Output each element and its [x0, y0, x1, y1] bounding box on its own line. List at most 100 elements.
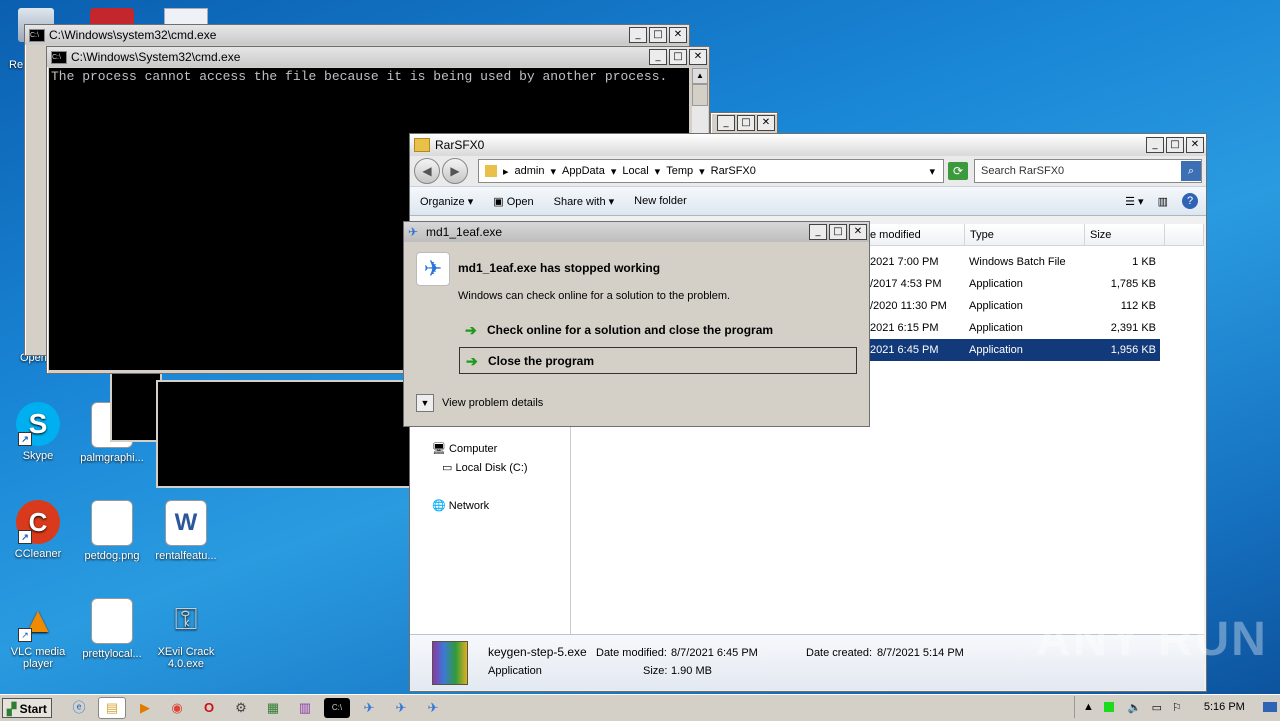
app-bird-icon[interactable]: ✈	[388, 698, 414, 718]
winrar-icon[interactable]: ▥	[292, 698, 318, 718]
details-date-modified-label: Date modified:	[596, 647, 667, 659]
minimize-button[interactable]: _	[809, 224, 827, 240]
scroll-up-arrow[interactable]: ▲	[692, 68, 708, 84]
opera-icon[interactable]: O	[196, 698, 222, 718]
network-tray-icon[interactable]: ▭	[1152, 701, 1162, 714]
maximize-button[interactable]: □	[829, 224, 847, 240]
new-folder-button[interactable]: New folder	[634, 195, 687, 207]
close-button[interactable]: ✕	[689, 49, 707, 65]
computer-icon: 🖥	[432, 443, 446, 455]
address-dropdown-icon[interactable]: ▾	[929, 165, 935, 178]
file-row-selected[interactable]: 2021 6:45 PM Application 1,956 KB	[870, 339, 1160, 361]
back-button[interactable]: ◀	[414, 158, 440, 184]
show-desktop-icon[interactable]	[1262, 702, 1277, 712]
speaker-icon[interactable]: 🔈	[1128, 701, 1142, 714]
start-button[interactable]: ▞ Start	[2, 698, 52, 718]
maximize-button[interactable]: □	[669, 49, 687, 65]
nav-item-local-disk[interactable]: ▭ Local Disk (C:)	[442, 461, 528, 474]
breadcrumb-temp[interactable]: Temp	[666, 165, 693, 177]
vlc-cone-icon: ▲ ↗	[16, 598, 60, 642]
file-row[interactable]: /2017 4:53 PM Application 1,785 KB	[870, 273, 1160, 295]
desktop-icon-label: palmgraphi...	[80, 452, 144, 464]
address-bar[interactable]: ▸ admin ▾ AppData ▾ Local ▾ Temp ▾ RarSFX0 ▾	[478, 159, 944, 183]
help-icon[interactable]: ?	[1182, 193, 1198, 209]
share-with-button[interactable]: Share with ▾	[554, 195, 615, 208]
desktop-icon-label: CCleaner	[14, 548, 62, 560]
cmd-taskbar-icon[interactable]: C:\	[324, 698, 350, 718]
show-hidden-icons[interactable]: ▲	[1083, 701, 1094, 713]
column-size[interactable]: Size	[1085, 224, 1165, 246]
dialog-titlebar[interactable]: ✈ md1_1eaf.exe _ □ ✕	[404, 222, 869, 242]
breadcrumb-local[interactable]: Local	[622, 165, 648, 177]
desktop-icon-ccleaner[interactable]: C ↗ CCleaner	[0, 500, 76, 560]
file-row[interactable]: 2021 7:00 PM Windows Batch File 1 KB	[870, 251, 1160, 273]
refresh-icon[interactable]: ⟳	[948, 162, 968, 180]
desktop-icon-skype[interactable]: S ↗ Skype	[0, 402, 76, 462]
chevron-down-icon[interactable]: ▼	[416, 394, 434, 412]
breadcrumb-rarsfx0[interactable]: RarSFX0	[711, 165, 756, 177]
breadcrumb-arrow-icon[interactable]: ▸	[503, 165, 509, 178]
open-button[interactable]: ▣ Open	[493, 195, 533, 208]
maximize-button[interactable]: □	[1166, 137, 1184, 153]
view-details-toggle[interactable]: ▼ View problem details	[416, 394, 543, 412]
console-fragment	[156, 380, 414, 488]
media-player-icon[interactable]: ▶	[132, 698, 158, 718]
minimize-button[interactable]: _	[629, 27, 647, 43]
internet-explorer-icon[interactable]: ⓔ	[66, 698, 92, 718]
cmd-icon: C:\	[51, 50, 67, 64]
view-options-icon[interactable]: ☰ ▾	[1125, 195, 1143, 208]
desktop-icon-petdog[interactable]: petdog.png	[74, 500, 150, 562]
preview-pane-icon[interactable]: ▥	[1158, 195, 1168, 208]
close-program-option[interactable]: ➔ Close the program	[459, 347, 857, 374]
close-button[interactable]: ✕	[757, 115, 775, 131]
program-icon[interactable]: ▦	[260, 698, 286, 718]
minimize-button[interactable]: _	[717, 115, 735, 131]
forward-button[interactable]: ▶	[442, 158, 468, 184]
desktop-icon-vlc[interactable]: ▲ ↗ VLC media player	[0, 598, 76, 670]
organize-button[interactable]: Organize ▾	[420, 195, 473, 208]
maximize-button[interactable]: □	[649, 27, 667, 43]
chevron-down-icon[interactable]: ▾	[699, 165, 705, 178]
scroll-thumb[interactable]	[692, 84, 708, 106]
app-bird-icon[interactable]: ✈	[356, 698, 382, 718]
chevron-down-icon[interactable]: ▾	[551, 165, 557, 178]
program-icon[interactable]: ⚙	[228, 698, 254, 718]
cmd-back-titlebar[interactable]: C:\ C:\Windows\system32\cmd.exe _ □ ✕	[25, 25, 689, 45]
nav-item-computer[interactable]: 🖥 Computer	[432, 442, 497, 455]
app-bird-icon[interactable]: ✈	[420, 698, 446, 718]
clock[interactable]: 5:16 PM	[1204, 701, 1245, 713]
file-row[interactable]: 2021 6:15 PM Application 2,391 KB	[870, 317, 1160, 339]
key-icon: ⚿	[174, 603, 198, 636]
taskbar: ▞ Start ⓔ ▤ ▶ ◉ O ⚙ ▦ ▥ C:\ ✈ ✈ ✈ ▲ 🔈 ▭ …	[0, 694, 1280, 721]
desktop-icon-rentalfeature[interactable]: W rentalfeatu...	[148, 500, 224, 562]
status-green-icon[interactable]	[1103, 702, 1114, 712]
maximize-button[interactable]: □	[737, 115, 755, 131]
search-icon[interactable]: ⌕	[1181, 161, 1201, 181]
close-button[interactable]: ✕	[849, 224, 867, 240]
desktop-icon-prettylocal[interactable]: prettylocal...	[74, 598, 150, 660]
chrome-icon[interactable]: ◉	[164, 698, 190, 718]
dialog-message: Windows can check online for a solution …	[458, 290, 731, 302]
column-type[interactable]: Type	[965, 224, 1085, 246]
flag-icon[interactable]: ⚐	[1172, 701, 1182, 714]
desktop-icon-xevil[interactable]: ⚿ XEvil Crack 4.0.exe	[148, 598, 224, 670]
close-button[interactable]: ✕	[669, 27, 687, 43]
nav-item-network[interactable]: 🌐 Network	[432, 499, 489, 512]
close-button[interactable]: ✕	[1186, 137, 1204, 153]
error-dialog[interactable]: ✈ md1_1eaf.exe _ □ ✕ ✈ md1_1eaf.exe has …	[403, 221, 870, 427]
file-row[interactable]: /2020 11:30 PM Application 112 KB	[870, 295, 1160, 317]
column-date-modified[interactable]: e modified	[865, 224, 965, 246]
cmd-front-titlebar[interactable]: C:\ C:\Windows\System32\cmd.exe _ □ ✕	[47, 47, 709, 67]
breadcrumb-appdata[interactable]: AppData	[562, 165, 605, 177]
search-input[interactable]: Search RarSFX0 ⌕	[974, 159, 1202, 183]
minimize-button[interactable]: _	[1146, 137, 1164, 153]
window-fragment-titlebar[interactable]: _ □ ✕	[710, 112, 778, 134]
chevron-down-icon[interactable]: ▾	[611, 165, 617, 178]
minimize-button[interactable]: _	[649, 49, 667, 65]
desktop-icon-label: petdog.png	[84, 550, 140, 562]
breadcrumb-admin[interactable]: admin	[515, 165, 545, 177]
check-online-option[interactable]: ➔ Check online for a solution and close …	[459, 317, 857, 344]
chevron-down-icon[interactable]: ▾	[655, 165, 661, 178]
explorer-titlebar[interactable]: RarSFX0 _ □ ✕	[410, 134, 1206, 156]
file-explorer-icon[interactable]: ▤	[98, 697, 126, 719]
